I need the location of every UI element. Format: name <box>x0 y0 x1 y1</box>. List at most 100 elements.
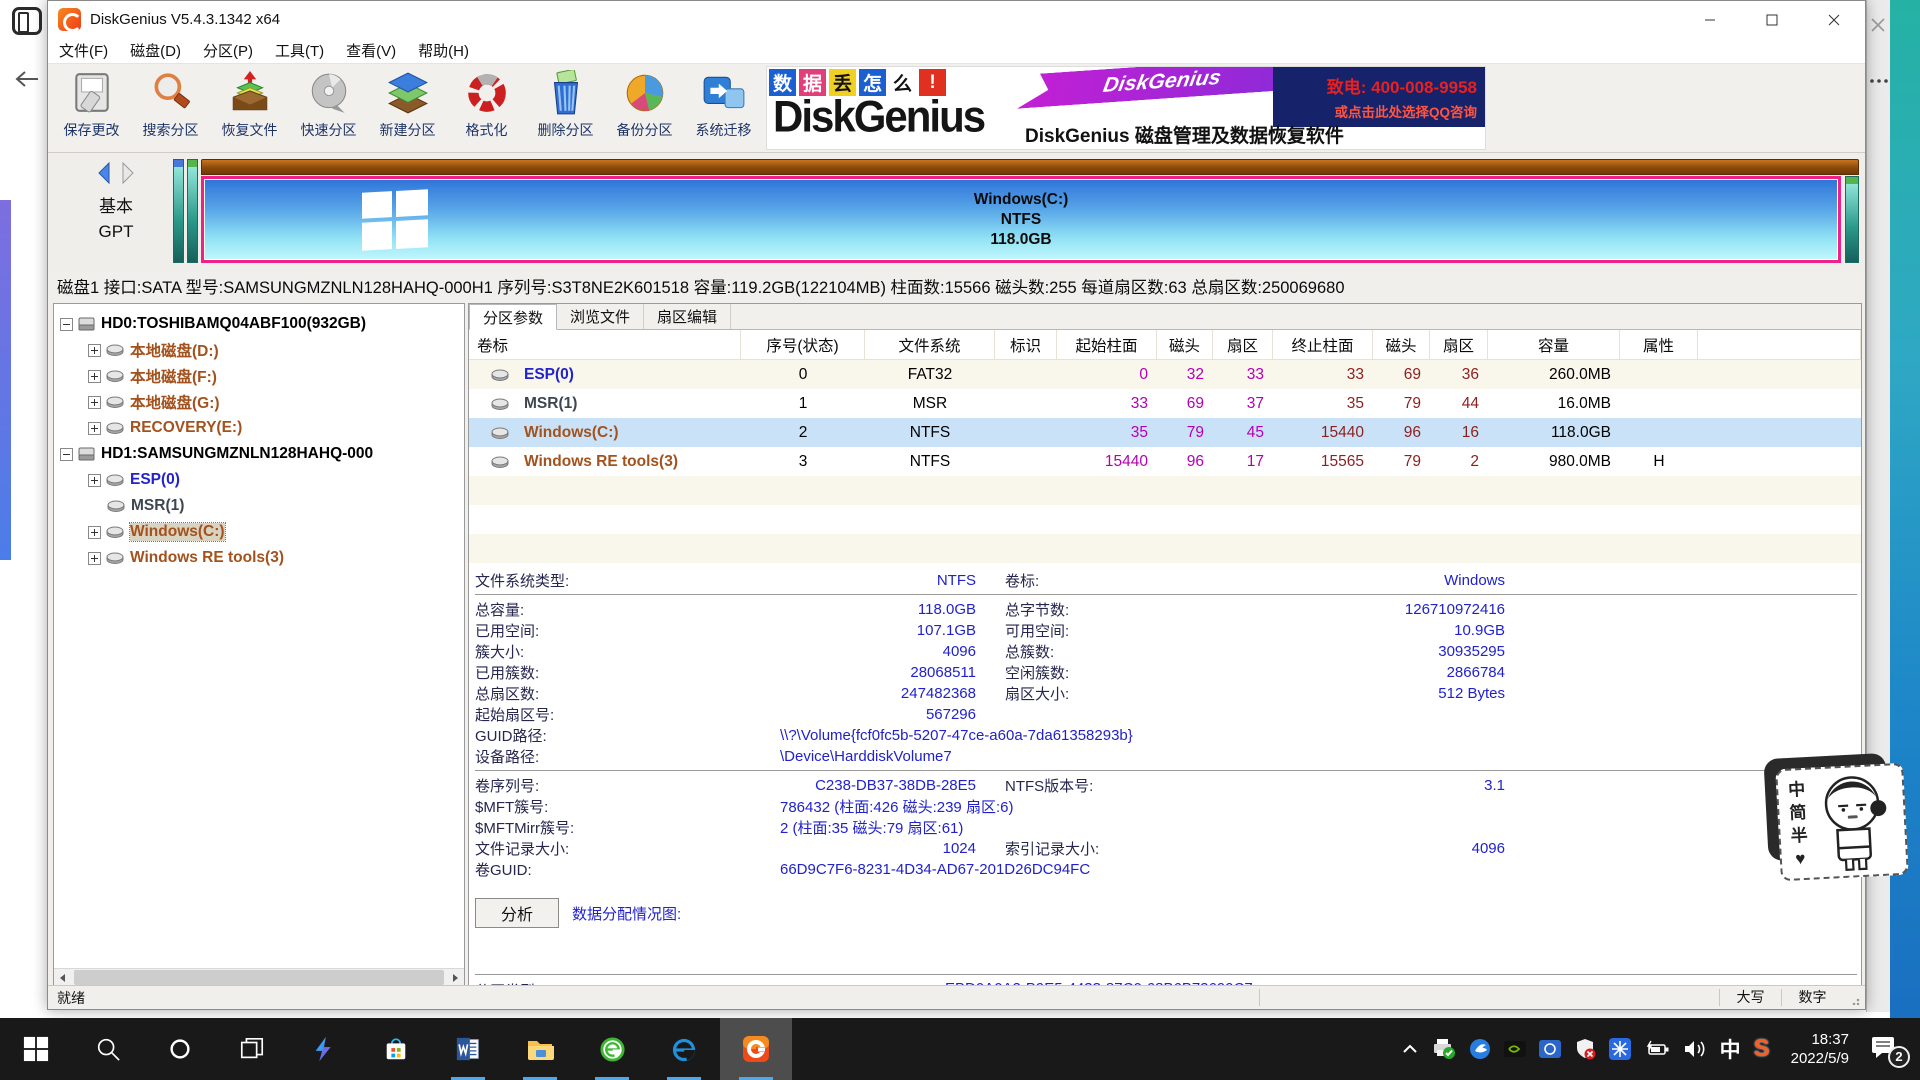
partition-bar-msr[interactable] <box>187 159 198 263</box>
tree-item-local-g[interactable]: 本地磁盘(G:) <box>54 389 464 415</box>
tree-item-windows-c[interactable]: Windows(C:) <box>54 519 464 545</box>
tray-expand-icon[interactable] <box>1401 1041 1419 1057</box>
title-bar: DiskGenius V5.4.3.1342 x64 <box>48 1 1865 38</box>
volume-icon[interactable] <box>1683 1039 1707 1059</box>
next-disk-icon[interactable] <box>121 161 136 190</box>
menu-file[interactable]: 文件(F) <box>48 38 119 63</box>
partition-icon <box>106 474 124 486</box>
delete-partition-button[interactable]: 删除分区 <box>526 67 605 150</box>
system-migrate-button[interactable]: 系统迁移 <box>684 67 763 150</box>
thunder-tray-icon[interactable] <box>1469 1038 1491 1060</box>
scroll-right-icon[interactable] <box>446 969 464 986</box>
expand-icon[interactable] <box>88 474 101 487</box>
table-row-windows-re[interactable]: Windows RE tools(3) 3NTFS 154409617 1556… <box>469 447 1861 476</box>
menu-view[interactable]: 查看(V) <box>335 38 407 63</box>
expand-icon[interactable] <box>88 370 101 383</box>
promo-banner[interactable]: 数 据 丢 怎 么 ! DiskGenius DiskGenius 致电: 40… <box>766 66 1486 150</box>
partition-bar-esp[interactable] <box>173 159 184 263</box>
expand-icon[interactable] <box>88 344 101 357</box>
allocation-map-label: 数据分配情况图: <box>572 903 681 924</box>
table-row-msr[interactable]: MSR(1) 1MSR 336937 357944 16.0MB <box>469 389 1861 418</box>
quick-partition-button[interactable]: 快速分区 <box>289 67 368 150</box>
tree-item-hd1[interactable]: HD1:SAMSUNGMZNLN128HAHQ-000 <box>54 441 464 467</box>
task-view-button[interactable] <box>216 1018 288 1080</box>
scroll-left-icon[interactable] <box>54 969 72 986</box>
tree-item-local-d[interactable]: 本地磁盘(D:) <box>54 337 464 363</box>
banner-contact: 致电: 400-008-9958 或点击此处选择QQ咨询 <box>1273 67 1485 127</box>
save-changes-button[interactable]: 保存更改 <box>52 67 131 150</box>
ime-mode-halfwidth[interactable]: 半 <box>1790 824 1808 847</box>
start-button[interactable] <box>0 1018 72 1080</box>
expand-icon[interactable] <box>88 422 101 435</box>
background-more-icon[interactable] <box>1869 74 1889 93</box>
tree-item-esp[interactable]: ESP(0) <box>54 467 464 493</box>
browser-back-icon[interactable] <box>14 66 40 97</box>
diskgenius-taskbar-button[interactable] <box>720 1018 792 1080</box>
tab-sector-edit[interactable]: 扇区编辑 <box>644 304 731 329</box>
ime-mode-heart-icon[interactable]: ♥ <box>1791 847 1809 870</box>
backup-partition-button[interactable]: 备份分区 <box>605 67 684 150</box>
search-partition-button[interactable]: 搜索分区 <box>131 67 210 150</box>
tree-item-windows-re[interactable]: Windows RE tools(3) <box>54 545 464 571</box>
expand-icon[interactable] <box>88 552 101 565</box>
taskbar-clock[interactable]: 18:37 2022/5/9 <box>1783 1030 1857 1068</box>
resize-grip[interactable] <box>1843 986 1865 1009</box>
format-button[interactable]: 格式化 <box>447 67 526 150</box>
browser-e-green-icon <box>599 1036 626 1063</box>
scrollbar-thumb[interactable] <box>74 970 444 985</box>
ime-mode-chinese[interactable]: 中 <box>1788 778 1806 801</box>
expand-icon[interactable] <box>88 526 101 539</box>
power-battery-icon[interactable] <box>1644 1039 1670 1059</box>
tree-item-msr[interactable]: MSR(1) <box>54 493 464 519</box>
tree-item-local-f[interactable]: 本地磁盘(F:) <box>54 363 464 389</box>
tree-horizontal-scrollbar[interactable] <box>54 968 464 986</box>
maximize-button[interactable] <box>1741 1 1803 38</box>
defender-tray-icon[interactable] <box>1574 1038 1596 1060</box>
microsoft-store-button[interactable] <box>360 1018 432 1080</box>
action-center-button[interactable]: 2 <box>1870 1035 1910 1064</box>
nvidia-tray-icon[interactable] <box>1504 1040 1526 1058</box>
partition-icon <box>106 422 124 434</box>
snowflake-tray-icon[interactable] <box>1609 1038 1631 1060</box>
new-partition-button[interactable]: 新建分区 <box>368 67 447 150</box>
table-row-empty <box>469 505 1861 534</box>
banner-qq-link[interactable]: 或点击此处选择QQ咨询 <box>1281 101 1477 121</box>
printer-status-icon[interactable] <box>1432 1038 1456 1060</box>
taskbar-search-button[interactable] <box>72 1018 144 1080</box>
prev-disk-icon[interactable] <box>96 161 111 190</box>
menu-bar: 文件(F) 磁盘(D) 分区(P) 工具(T) 查看(V) 帮助(H) <box>48 38 1865 64</box>
table-row-windows-c[interactable]: Windows(C:) 2NTFS 357945 154409616 118.0… <box>469 418 1861 447</box>
table-row-esp[interactable]: ESP(0) 0FAT32 03233 336936 260.0MB <box>469 360 1861 389</box>
collapse-icon[interactable] <box>60 448 73 461</box>
edge-button[interactable] <box>648 1018 720 1080</box>
menu-disk[interactable]: 磁盘(D) <box>119 38 192 63</box>
tree-item-hd0[interactable]: HD0:TOSHIBAMQ04ABF100(932GB) <box>54 311 464 337</box>
tab-partition-params[interactable]: 分区参数 <box>469 304 557 330</box>
tab-browse-files[interactable]: 浏览文件 <box>557 304 644 329</box>
cd-disc-icon <box>306 70 352 116</box>
app-lightning-button[interactable] <box>288 1018 360 1080</box>
expand-icon[interactable] <box>88 396 101 409</box>
close-button[interactable] <box>1803 1 1865 38</box>
status-bar: 就绪 大写 数字 <box>48 985 1865 1009</box>
diskgenius-window: DiskGenius V5.4.3.1342 x64 文件(F) 磁盘(D) 分… <box>47 0 1866 1010</box>
word-button[interactable] <box>432 1018 504 1080</box>
browser-360-button[interactable] <box>576 1018 648 1080</box>
tree-item-recovery-e[interactable]: RECOVERY(E:) <box>54 415 464 441</box>
ime-language-indicator[interactable]: 中 <box>1720 1034 1741 1064</box>
minimize-button[interactable] <box>1679 1 1741 38</box>
menu-partition[interactable]: 分区(P) <box>192 38 264 63</box>
menu-help[interactable]: 帮助(H) <box>407 38 480 63</box>
file-explorer-button[interactable] <box>504 1018 576 1080</box>
partition-bar-windows-c[interactable]: Windows(C:) NTFS 118.0GB <box>201 176 1841 263</box>
intel-graphics-tray-icon[interactable] <box>1539 1039 1561 1059</box>
ime-mode-simplified[interactable]: 简 <box>1789 801 1807 824</box>
partition-bar-re-tools[interactable] <box>1845 176 1859 263</box>
cortana-button[interactable] <box>144 1018 216 1080</box>
recover-files-button[interactable]: 恢复文件 <box>210 67 289 150</box>
background-close-icon[interactable] <box>1869 16 1887 39</box>
collapse-icon[interactable] <box>60 318 73 331</box>
menu-tools[interactable]: 工具(T) <box>264 38 335 63</box>
analyze-button[interactable]: 分析 <box>475 898 559 928</box>
sogou-ime-icon[interactable]: S <box>1754 1035 1770 1063</box>
